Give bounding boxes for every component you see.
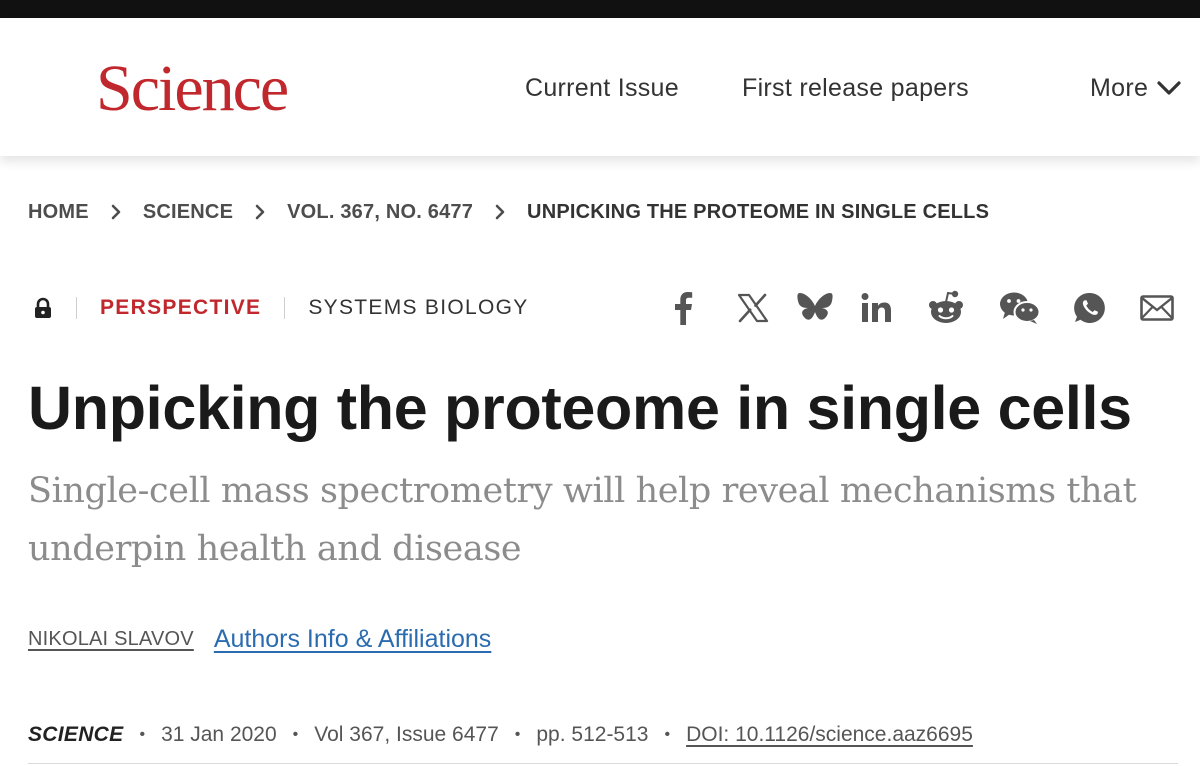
separator-dot: • (139, 726, 146, 743)
breadcrumb-volume[interactable]: VOL. 367, NO. 6477 (287, 201, 473, 224)
nav-more-label: More (1090, 74, 1149, 102)
nav-first-release-papers[interactable]: First release papers (742, 72, 969, 104)
nav-more-menu[interactable]: More (1090, 72, 1182, 104)
article-meta-row: PERSPECTIVE SYSTEMS BIOLOGY (33, 292, 529, 324)
wechat-icon[interactable] (998, 290, 1042, 326)
site-header: Science Current Issue First release pape… (0, 18, 1200, 156)
article-subtitle: Single-cell mass spectrometry will help … (28, 471, 1137, 569)
article-topic-label[interactable]: SYSTEMS BIOLOGY (308, 296, 528, 320)
breadcrumb-home[interactable]: HOME (28, 201, 89, 224)
chevron-down-icon (1157, 81, 1181, 95)
doi-link[interactable]: DOI: 10.1126/science.aaz6695 (686, 723, 973, 747)
author-line: NIKOLAI SLAVOV Authors Info & Affiliatio… (28, 624, 491, 654)
x-icon[interactable] (736, 290, 770, 326)
facebook-icon[interactable] (668, 290, 698, 326)
separator-dot: • (514, 726, 521, 743)
breadcrumb: HOME SCIENCE VOL. 367, NO. 6477 UNPICKIN… (28, 198, 989, 226)
linkedin-icon[interactable] (858, 290, 894, 326)
citation-date: 31 Jan 2020 (161, 723, 277, 746)
reddit-icon[interactable] (926, 290, 966, 326)
science-logo[interactable]: Science (96, 56, 289, 122)
chevron-right-icon (107, 203, 125, 221)
chevron-right-icon (251, 203, 269, 221)
nav-current-issue[interactable]: Current Issue (525, 72, 679, 104)
breadcrumb-current-article: UNPICKING THE PROTEOME IN SINGLE CELLS (527, 200, 990, 223)
divider (76, 297, 77, 319)
article-title: Unpicking the proteome in single cells (28, 374, 1132, 442)
top-black-bar (0, 0, 1200, 18)
email-icon[interactable] (1140, 290, 1174, 326)
citation-journal: SCIENCE (28, 723, 124, 746)
chevron-right-icon (491, 203, 509, 221)
authors-info-affiliations-link[interactable]: Authors Info & Affiliations (214, 625, 491, 654)
author-name-link[interactable]: NIKOLAI SLAVOV (28, 628, 194, 651)
divider (28, 763, 1178, 764)
bluesky-icon[interactable] (796, 290, 834, 326)
whatsapp-icon[interactable] (1072, 290, 1108, 326)
citation-pages: pp. 512-513 (536, 723, 649, 746)
lock-icon (33, 297, 53, 319)
article-type-label[interactable]: PERSPECTIVE (100, 296, 261, 320)
separator-dot: • (292, 726, 299, 743)
citation-volume-issue[interactable]: Vol 367, Issue 6477 (314, 723, 498, 747)
divider (284, 297, 286, 319)
breadcrumb-science[interactable]: SCIENCE (143, 201, 233, 224)
separator-dot: • (664, 726, 671, 743)
citation-line: SCIENCE • 31 Jan 2020 • Vol 367, Issue 6… (28, 720, 973, 750)
